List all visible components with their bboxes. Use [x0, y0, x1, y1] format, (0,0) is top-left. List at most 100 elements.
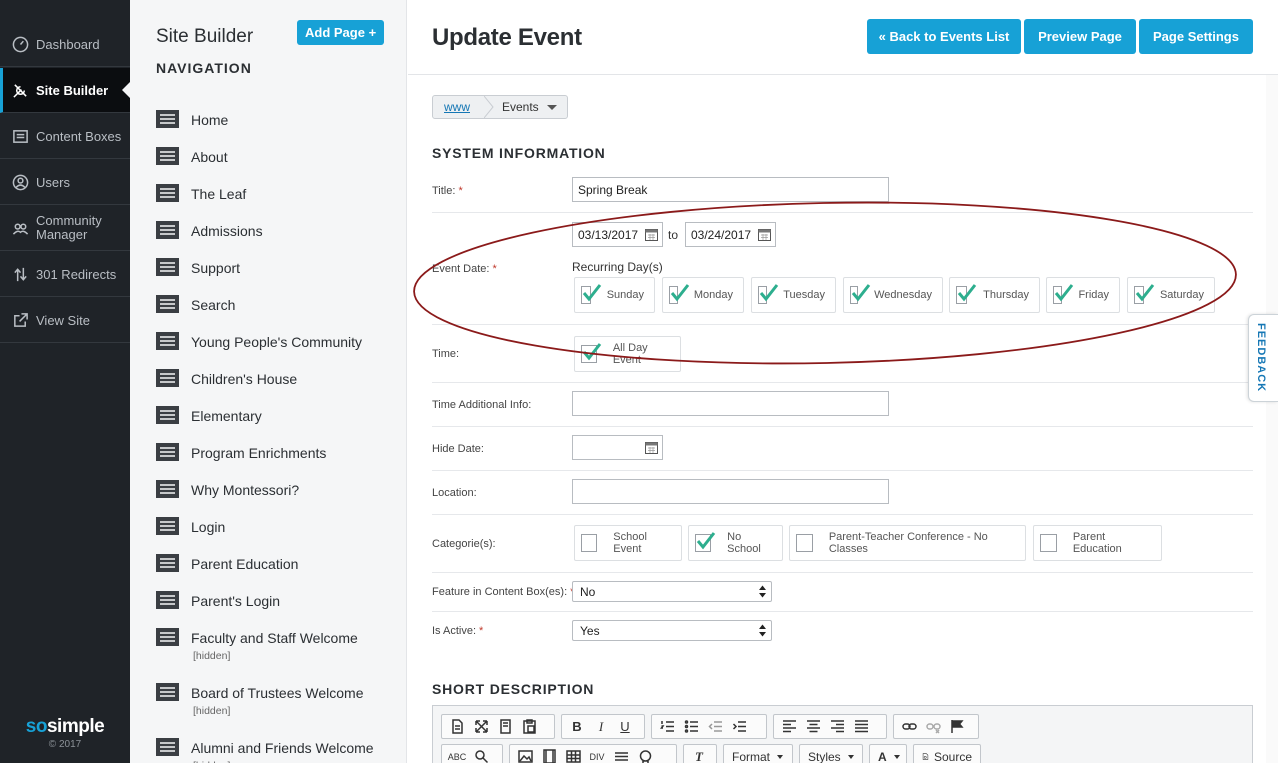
page-stack-icon[interactable] [156, 369, 179, 387]
justify-icon[interactable] [849, 715, 873, 738]
day-checkbox-thursday[interactable]: Thursday [949, 277, 1040, 313]
styles-dropdown[interactable]: Styles [799, 744, 863, 763]
day-checkbox-monday[interactable]: Monday [662, 277, 744, 313]
nav-users[interactable]: Users [0, 160, 130, 205]
page-stack-icon[interactable] [156, 221, 179, 239]
day-checkbox-friday[interactable]: Friday [1046, 277, 1120, 313]
preview-icon[interactable] [493, 715, 517, 738]
link-icon[interactable] [897, 715, 921, 738]
page-scrollbar[interactable] [1266, 75, 1278, 763]
page-stack-icon[interactable] [156, 591, 179, 609]
row-divider [432, 470, 1253, 471]
toolbar-basic-styles-group: B I U [561, 714, 645, 739]
feedback-tab[interactable]: FEEDBACK [1248, 314, 1278, 402]
time-additional-input[interactable] [572, 391, 889, 416]
flash-icon[interactable] [537, 745, 561, 763]
nav-301-redirects[interactable]: 301 Redirects [0, 252, 130, 297]
page-stack-icon[interactable] [156, 683, 179, 701]
page-stack-icon[interactable] [156, 332, 179, 350]
main-sidebar: Dashboard Site Builder Content Boxes Use… [0, 0, 130, 763]
day-label: Friday [1078, 289, 1109, 301]
page-stack-icon[interactable] [156, 554, 179, 572]
image-icon[interactable] [513, 745, 537, 763]
breadcrumb-root-link[interactable]: www [433, 96, 484, 118]
day-checkbox-wednesday[interactable]: Wednesday [843, 277, 943, 313]
feature-select[interactable]: No [572, 581, 772, 602]
category-checkbox[interactable]: Parent Education [1033, 525, 1162, 561]
page-stack-icon[interactable] [156, 517, 179, 535]
all-day-event-checkbox[interactable]: All Day Event [574, 336, 681, 372]
day-checkbox-saturday[interactable]: Saturday [1127, 277, 1215, 313]
underline-button[interactable]: U [613, 715, 637, 738]
end-date-input[interactable]: 03/24/2017 [685, 222, 776, 247]
bold-button[interactable]: B [565, 715, 589, 738]
is-active-select[interactable]: Yes [572, 620, 772, 641]
breadcrumb-current[interactable]: Events [494, 100, 567, 114]
maximize-icon[interactable] [469, 715, 493, 738]
row-divider [432, 572, 1253, 573]
find-icon[interactable] [469, 745, 493, 763]
nav-dashboard-label: Dashboard [36, 36, 100, 52]
all-day-event-label: All Day Event [612, 342, 648, 366]
category-checkbox[interactable]: Parent-Teacher Conference - No Classes [789, 525, 1026, 561]
remove-format-icon[interactable]: T [687, 745, 711, 763]
nav-site-builder[interactable]: Site Builder [0, 68, 130, 113]
nav-community-line1: Community [36, 213, 102, 228]
start-date-input[interactable]: 03/13/2017 [572, 222, 663, 247]
calendar-icon[interactable] [758, 228, 771, 241]
preview-page-button[interactable]: Preview Page [1024, 19, 1136, 54]
page-stack-icon[interactable] [156, 184, 179, 202]
outdent-icon[interactable] [703, 715, 727, 738]
source-icon [922, 753, 929, 760]
new-page-icon[interactable] [445, 715, 469, 738]
align-center-icon[interactable] [801, 715, 825, 738]
text-color-dropdown[interactable]: A [869, 744, 907, 763]
title-label: Title: * [432, 185, 463, 197]
source-button[interactable]: Source [913, 744, 981, 763]
page-name: Login [191, 519, 226, 535]
back-to-events-button[interactable]: « Back to Events List [867, 19, 1021, 54]
category-checkbox[interactable]: School Event [574, 525, 682, 561]
page-stack-icon[interactable] [156, 295, 179, 313]
page-stack-icon[interactable] [156, 406, 179, 424]
format-dropdown[interactable]: Format [723, 744, 793, 763]
special-char-icon[interactable] [633, 745, 657, 763]
add-page-button[interactable]: Add Page + [297, 20, 385, 45]
page-stack-icon[interactable] [156, 628, 179, 646]
bulleted-list-icon[interactable] [679, 715, 703, 738]
indent-icon[interactable] [727, 715, 751, 738]
calendar-icon[interactable] [645, 228, 658, 241]
day-checkbox-sunday[interactable]: Sunday [574, 277, 655, 313]
table-icon[interactable] [561, 745, 585, 763]
div-icon[interactable]: DIV [585, 745, 609, 763]
align-left-icon[interactable] [777, 715, 801, 738]
feature-select-value: No [580, 584, 596, 599]
page-stack-icon[interactable] [156, 147, 179, 165]
page-stack-icon[interactable] [156, 110, 179, 128]
numbered-list-icon[interactable] [655, 715, 679, 738]
page-settings-button[interactable]: Page Settings [1139, 19, 1253, 54]
page-stack-icon[interactable] [156, 258, 179, 276]
location-input[interactable] [572, 479, 889, 504]
align-right-icon[interactable] [825, 715, 849, 738]
hide-date-input[interactable] [572, 435, 663, 460]
spellcheck-icon[interactable]: ABC [445, 745, 469, 763]
horizontal-line-icon[interactable] [609, 745, 633, 763]
page-stack-icon[interactable] [156, 443, 179, 461]
page-stack-icon[interactable] [156, 738, 179, 756]
nav-community-manager[interactable]: Community Manager [0, 206, 130, 251]
nav-view-site[interactable]: View Site [0, 298, 130, 343]
day-checkbox-tuesday[interactable]: Tuesday [751, 277, 836, 313]
italic-button[interactable]: I [589, 715, 613, 738]
chevron-down-icon [893, 754, 900, 759]
nav-content-boxes[interactable]: Content Boxes [0, 114, 130, 159]
calendar-icon[interactable] [645, 441, 658, 454]
category-label: No School [727, 531, 761, 555]
paste-icon[interactable] [517, 715, 541, 738]
nav-dashboard[interactable]: Dashboard [0, 22, 130, 67]
category-checkbox[interactable]: No School [688, 525, 783, 561]
page-stack-icon[interactable] [156, 480, 179, 498]
anchor-flag-icon[interactable] [945, 715, 969, 738]
unlink-icon[interactable] [921, 715, 945, 738]
title-input[interactable]: Spring Break [572, 177, 889, 202]
